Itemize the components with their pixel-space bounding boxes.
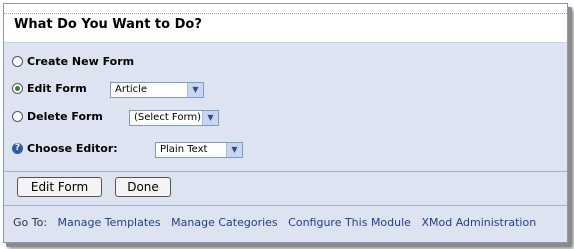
divider-top bbox=[4, 171, 567, 172]
chevron-down-icon[interactable]: ▼ bbox=[187, 83, 203, 97]
chevron-down-icon[interactable]: ▼ bbox=[226, 143, 242, 157]
panel-header: What Do You Want to Do? bbox=[4, 4, 567, 43]
editor-select-value: Plain Text bbox=[160, 144, 208, 155]
panel-title: What Do You Want to Do? bbox=[14, 17, 202, 32]
label-delete: Delete Form bbox=[27, 109, 103, 123]
radio-delete[interactable] bbox=[12, 110, 23, 122]
label-edit: Edit Form bbox=[27, 81, 87, 95]
link-manage-templates[interactable]: Manage Templates bbox=[58, 216, 161, 229]
edit-form-button[interactable]: Edit Form bbox=[17, 177, 102, 197]
goto-bar: Go To: Manage Templates Manage Categorie… bbox=[13, 216, 536, 229]
goto-label: Go To: bbox=[13, 216, 48, 229]
editor-select[interactable]: Plain Text ▼ bbox=[155, 142, 243, 158]
help-icon[interactable]: ? bbox=[12, 142, 23, 154]
link-xmod-administration[interactable]: XMod Administration bbox=[421, 216, 536, 229]
edit-form-select-value: Article bbox=[115, 84, 148, 95]
option-edit[interactable]: Edit Form bbox=[12, 78, 87, 98]
radio-create[interactable] bbox=[12, 55, 23, 67]
options-area: Create New Form Edit Form Article ▼ Dele… bbox=[4, 42, 567, 174]
label-create: Create New Form bbox=[27, 54, 135, 68]
option-create[interactable]: Create New Form bbox=[12, 51, 134, 71]
label-editor: Choose Editor: bbox=[27, 141, 118, 155]
option-delete[interactable]: Delete Form bbox=[12, 106, 103, 126]
edit-form-select[interactable]: Article ▼ bbox=[110, 82, 204, 98]
radio-edit[interactable] bbox=[12, 82, 23, 94]
delete-form-select[interactable]: (Select Form) ▼ bbox=[129, 110, 219, 126]
delete-form-select-value: (Select Form) bbox=[134, 112, 202, 123]
option-editor: ? Choose Editor: bbox=[12, 138, 118, 158]
link-manage-categories[interactable]: Manage Categories bbox=[171, 216, 277, 229]
divider-bottom bbox=[4, 205, 567, 206]
link-configure-module[interactable]: Configure This Module bbox=[288, 216, 411, 229]
chevron-down-icon[interactable]: ▼ bbox=[202, 111, 218, 125]
form-panel: What Do You Want to Do? Create New Form … bbox=[3, 3, 568, 243]
header-divider bbox=[4, 13, 567, 14]
done-button[interactable]: Done bbox=[115, 177, 171, 197]
